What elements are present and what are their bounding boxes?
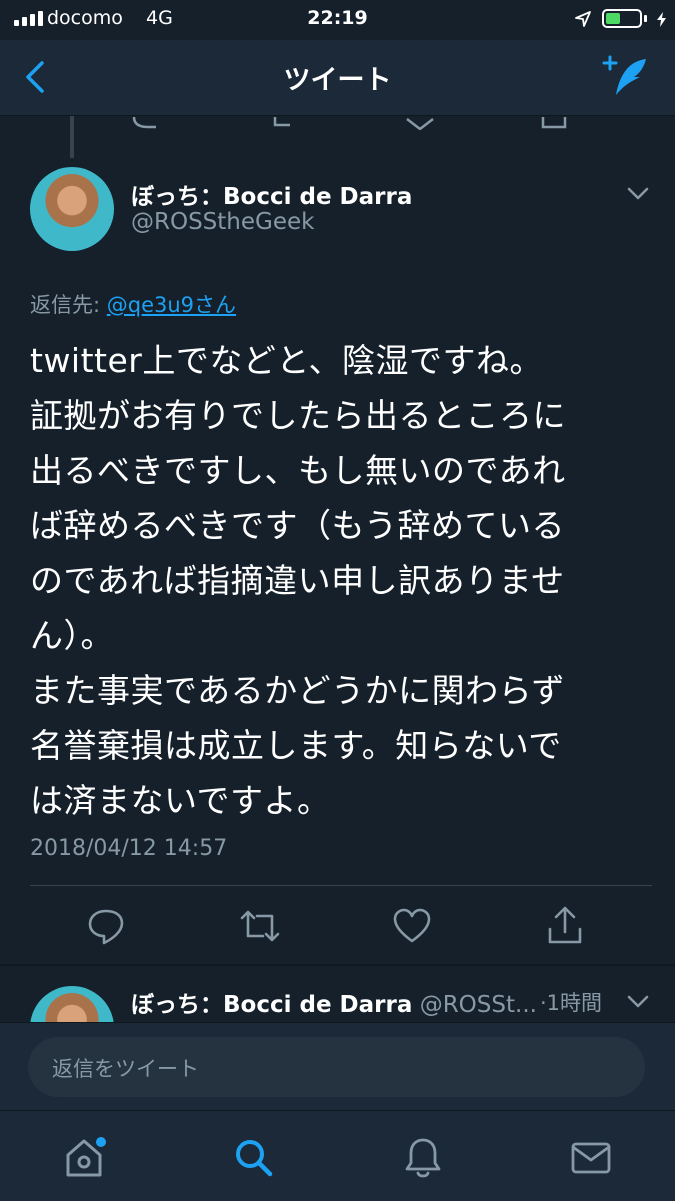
reply-to-line: 返信先: @qe3u9さん [30, 289, 236, 319]
avatar[interactable] [30, 167, 114, 251]
compose-tweet-icon[interactable] [600, 55, 650, 99]
location-icon [575, 11, 591, 27]
divider [30, 885, 652, 886]
charging-icon [657, 12, 666, 27]
chevron-down-icon[interactable] [626, 994, 650, 1010]
tweet-text-line: twitter上でなどと、陰湿ですね。 [30, 341, 544, 380]
previous-tweet-action-icons [132, 116, 567, 130]
share-icon[interactable] [545, 905, 585, 947]
tweet-text-line: ん）。 [30, 616, 114, 655]
reply-author-name[interactable]: ぼっち：Bocci de Darra [131, 992, 412, 1018]
messages-envelope-icon[interactable] [570, 1141, 612, 1175]
tweet-text-line: は済まないですよ。 [30, 781, 331, 820]
battery-tip [644, 15, 647, 22]
author-display-name[interactable]: ぼっち：Bocci de Darra [131, 177, 412, 211]
battery-icon [602, 9, 642, 28]
like-icon[interactable] [392, 907, 432, 945]
home-icon[interactable] [63, 1135, 109, 1181]
reply-input[interactable]: 返信をツイート [28, 1037, 645, 1097]
reply-icon[interactable] [86, 906, 126, 946]
author-handle[interactable]: @ROSStheGeek [131, 209, 314, 235]
search-icon[interactable] [233, 1137, 275, 1179]
reply-tweet-header: ぼっち：Bocci de Darra @ROSSt... [131, 985, 537, 1019]
reply-author-handle[interactable]: @ROSSt... [420, 992, 537, 1018]
reply-tweet-preview[interactable]: ぼっち：Bocci de Darra @ROSSt... ·1時間 [0, 966, 675, 1022]
thread-line [70, 116, 74, 158]
page-title: ツイート [283, 65, 392, 96]
reply-to-prefix: 返信先: [30, 293, 107, 317]
tweet-text-line: 名誉棄損は成立します。知らないで [30, 726, 562, 765]
notifications-bell-icon[interactable] [403, 1136, 443, 1180]
tweet-text-line: また事実であるかどうかに関わらず [30, 671, 566, 710]
chevron-down-icon[interactable] [626, 186, 650, 202]
tweet-text-line: 出るべきですし、もし無いのであれ [30, 451, 566, 490]
nav-bar: ツイート [0, 40, 675, 116]
retweet-icon[interactable] [239, 906, 281, 946]
tweet-text-line: ば辞めるべきです（もう辞めている [30, 506, 566, 545]
tweet-text-line: のであれば指摘違い申し訳ありませ [30, 561, 565, 600]
tweet-timestamp[interactable]: 2018/04/12 14:57 [30, 836, 227, 861]
reply-to-mention[interactable]: @qe3u9さん [107, 293, 236, 317]
previous-tweet-actions [0, 116, 675, 130]
tweet-text: twitter上でなどと、陰湿ですね。 証拠がお有りでしたら出るところに 出るべ… [30, 333, 650, 828]
tab-bar [0, 1110, 675, 1201]
reply-input-placeholder: 返信をツイート [52, 1057, 199, 1081]
tweet-text-line: 証拠がお有りでしたら出るところに [30, 396, 566, 435]
status-bar: docomo 4G 22:19 [0, 0, 675, 40]
avatar[interactable] [30, 986, 114, 1022]
reply-time: ·1時間 [540, 991, 603, 1015]
